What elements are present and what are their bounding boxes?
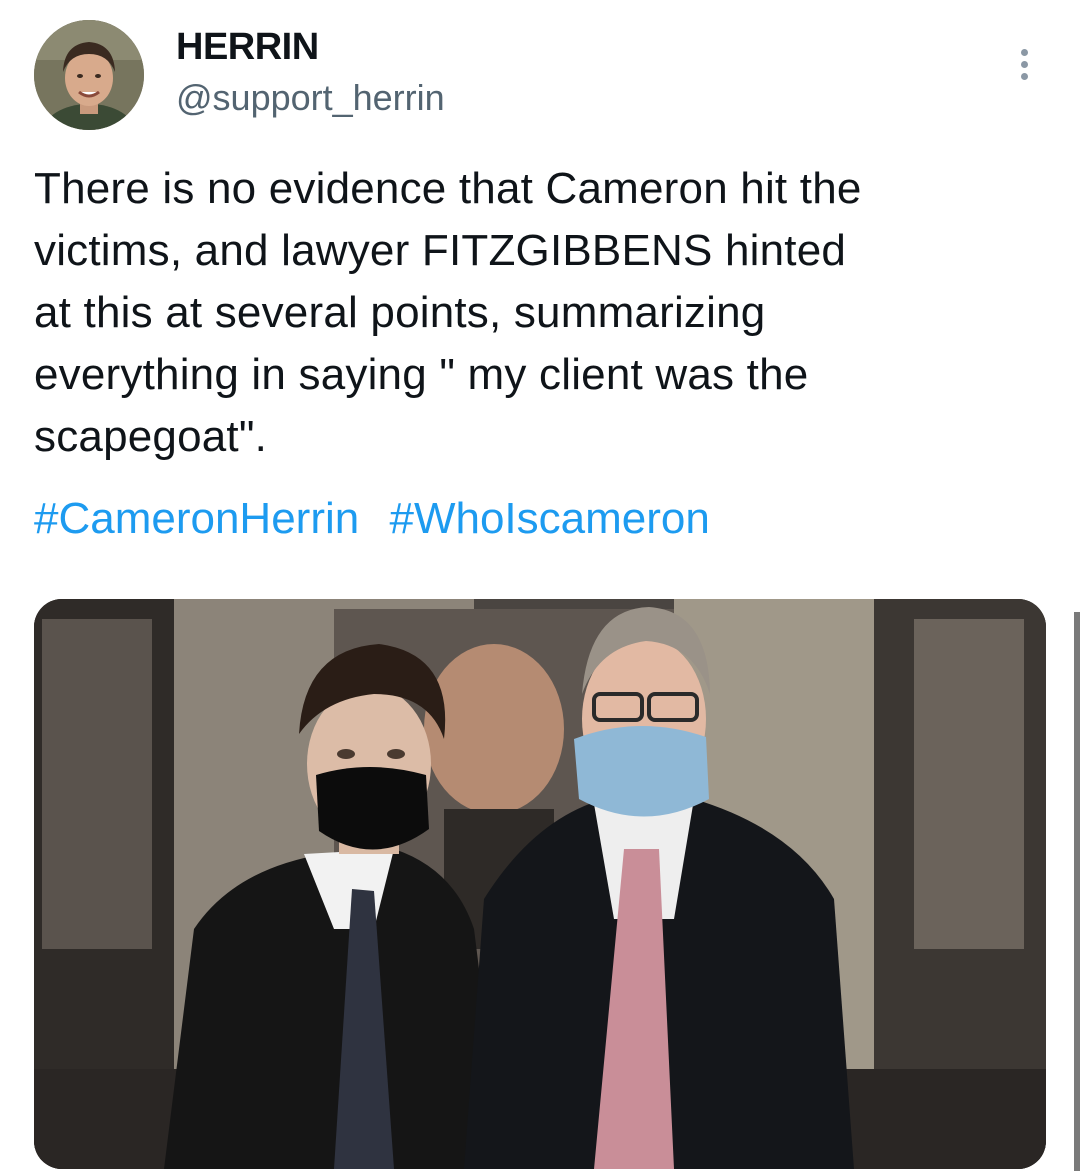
avatar-photo — [34, 20, 144, 130]
tweet-text-line: victims, and lawyer FITZGIBBENS hinted — [34, 226, 847, 275]
page-edge-divider — [1074, 612, 1080, 1171]
tweet-text-line: scapegoat". — [34, 412, 268, 461]
more-vertical-icon — [1020, 48, 1028, 56]
author-display-name[interactable]: HERRIN — [176, 24, 319, 70]
hashtag-link-whoiscameron[interactable]: #WhoIscameron — [389, 494, 709, 543]
more-vertical-icon-dot — [1020, 72, 1028, 80]
author-handle[interactable]: @support_herrin — [176, 76, 445, 120]
hashtag-row: #CameronHerrin #WhoIscameron — [34, 488, 728, 550]
courtroom-photo — [34, 599, 1046, 1169]
more-vertical-icon-dot — [1020, 60, 1028, 68]
tweet-text-line: at this at several points, summarizing — [34, 288, 766, 337]
tweet-text-line: There is no evidence that Cameron hit th… — [34, 164, 862, 213]
tweet-text-line: everything in saying " my client was the — [34, 350, 809, 399]
tweet-text: There is no evidence that Cameron hit th… — [34, 158, 1034, 468]
tweet-media-photo[interactable] — [34, 599, 1046, 1169]
hashtag-link-cameronherrin[interactable]: #CameronHerrin — [34, 494, 359, 543]
more-options-button[interactable] — [1006, 42, 1042, 86]
author-avatar[interactable] — [34, 20, 144, 130]
